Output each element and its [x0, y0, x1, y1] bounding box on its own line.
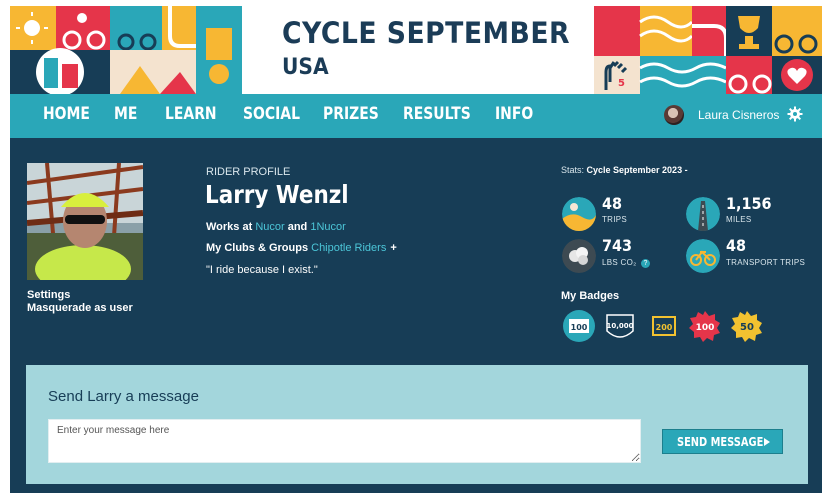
banner-art-left [10, 6, 242, 94]
profile-panel: Settings Masquerade as user RIDER PROFIL… [10, 138, 822, 493]
add-club-button[interactable]: + [390, 242, 396, 254]
badge-text: 100 [696, 323, 715, 333]
nav-info[interactable]: INFO [495, 104, 533, 124]
works-and: and [284, 221, 311, 233]
nav-results[interactable]: RESULTS [403, 104, 471, 124]
badge-200-icon[interactable]: 200 [647, 309, 681, 343]
user-avatar[interactable] [664, 105, 684, 125]
stats-prefix: Stats: [561, 165, 587, 175]
badge-text: 100 [571, 323, 588, 332]
clubs-line: My Clubs & Groups Chipotle Riders + [206, 242, 397, 254]
masquerade-link[interactable]: Masquerade as user [27, 302, 133, 314]
works-line: Works at Nucor and 1Nucor [206, 221, 346, 233]
miles-value: 1,156 [726, 194, 772, 213]
badge-100-trips-icon[interactable]: 100 [562, 309, 596, 343]
message-card: Send Larry a message SEND MESSAGE [26, 365, 808, 484]
transport-icon [686, 239, 720, 273]
badge-100-red-icon[interactable]: 100 [688, 309, 722, 343]
works-prefix: Works at [206, 221, 256, 233]
transport-value: 48 [726, 236, 747, 255]
co2-value: 743 [602, 236, 633, 255]
nav-home[interactable]: HOME [43, 104, 90, 124]
club-link[interactable]: Chipotle Riders [311, 242, 386, 254]
transport-label: TRANSPORT TRIPS [726, 258, 806, 267]
co2-label: LBS CO₂ ? [602, 258, 651, 268]
nav-social[interactable]: SOCIAL [243, 104, 300, 124]
miles-icon [686, 197, 720, 231]
badge-text: 10,000 [606, 322, 633, 330]
clubs-prefix: My Clubs & Groups [206, 242, 312, 254]
message-input[interactable] [48, 419, 641, 463]
send-message-label: SEND MESSAGE [677, 435, 764, 449]
trips-icon [562, 197, 596, 231]
gear-icon[interactable] [787, 106, 803, 122]
rider-name: Larry Wenzl [205, 180, 349, 209]
main-nav: HOME ME LEARN SOCIAL PRIZES RESULTS INFO… [10, 94, 822, 138]
banner-subtitle: USA [282, 55, 329, 80]
co2-icon [562, 239, 596, 273]
co2-label-text: LBS CO₂ [602, 258, 637, 267]
trips-value: 48 [602, 194, 623, 213]
employer-link-1nucor[interactable]: 1Nucor [310, 221, 345, 233]
rider-profile-label: RIDER PROFILE [206, 166, 291, 178]
badge-text: 50 [740, 322, 754, 333]
nav-prizes[interactable]: PRIZES [323, 104, 379, 124]
stats-period-dropdown[interactable]: Cycle September 2023 - [587, 165, 688, 175]
arrow-right-icon [764, 438, 770, 446]
send-message-button[interactable]: SEND MESSAGE [662, 429, 783, 454]
banner-title: CYCLE SEPTEMBER [282, 16, 571, 50]
banner-number: 5 [618, 78, 625, 89]
nav-me[interactable]: ME [114, 104, 137, 124]
trips-label: TRIPS [602, 215, 628, 224]
banner: CYCLE SEPTEMBER USA 5 [10, 6, 822, 94]
message-title: Send Larry a message [48, 388, 199, 405]
settings-link[interactable]: Settings [27, 289, 70, 301]
nav-learn[interactable]: LEARN [165, 104, 217, 124]
rider-quote: "I ride because I exist." [206, 264, 318, 276]
employer-link-nucor[interactable]: Nucor [255, 221, 284, 233]
info-icon[interactable]: ? [641, 259, 651, 268]
user-name[interactable]: Laura Cisneros [698, 108, 779, 122]
rider-photo [27, 163, 143, 280]
badges-heading: My Badges [561, 290, 620, 302]
stats-heading[interactable]: Stats: Cycle September 2023 - [561, 165, 688, 175]
banner-art-right: 5 [594, 6, 822, 94]
miles-label: MILES [726, 215, 752, 224]
badge-10000-icon[interactable]: 10,000 [603, 309, 637, 343]
badge-50-icon[interactable]: 50 [730, 309, 764, 343]
badge-text: 200 [656, 323, 673, 332]
